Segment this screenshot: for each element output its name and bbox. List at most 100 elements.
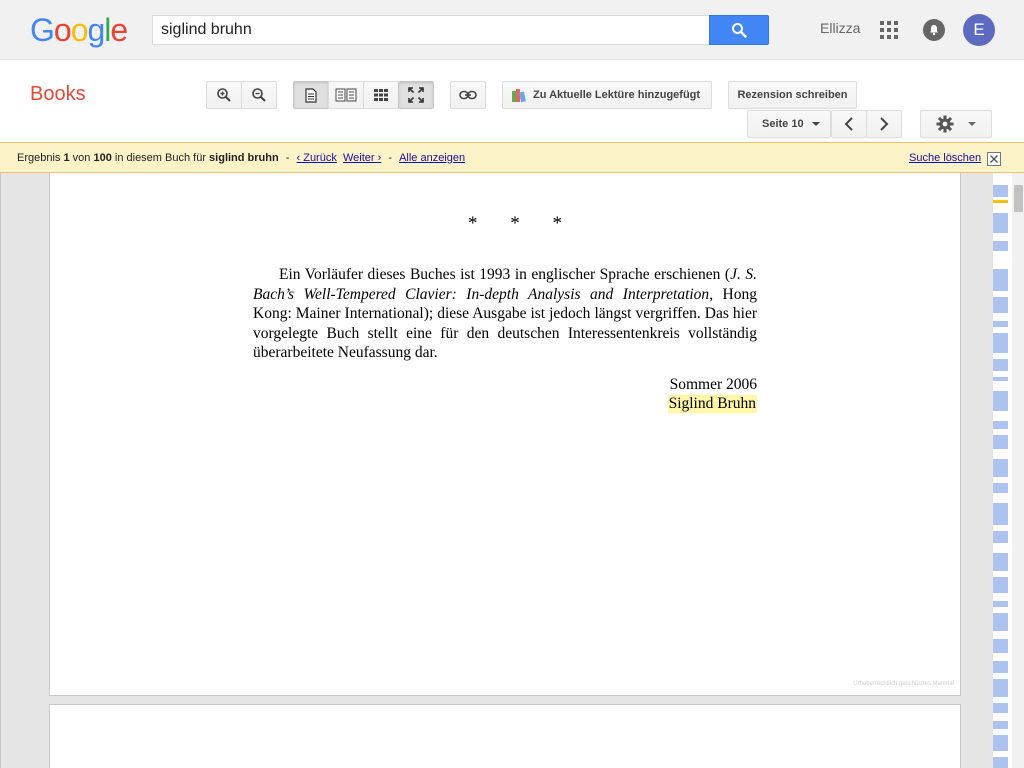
result-marker[interactable] <box>993 435 1008 449</box>
top-bar: Google Ellizza E <box>0 0 1024 60</box>
logo-letter: o <box>70 12 89 48</box>
two-page-icon <box>335 88 357 102</box>
result-separator: - <box>388 152 396 164</box>
zoom-in-button[interactable] <box>206 81 242 109</box>
book-viewer[interactable]: * * * Ein Vorläufer dieses Buches ist 19… <box>0 173 993 768</box>
result-marker[interactable] <box>993 613 1008 631</box>
books-toolbar: Books Zu Aktuelle Lektüre hinzugefügt Re… <box>0 61 1024 141</box>
search-icon <box>732 23 747 38</box>
result-summary: Ergebnis 1 von 100 in diesem Buch für si… <box>17 152 465 164</box>
logo-letter: g <box>87 12 105 48</box>
scrollbar-thumb[interactable] <box>1014 185 1023 212</box>
fullscreen-icon <box>408 87 424 103</box>
result-marker[interactable] <box>993 577 1008 593</box>
book-page: * * * Ein Vorläufer dieses Buches ist 19… <box>49 173 961 696</box>
result-marker[interactable] <box>993 553 1008 571</box>
settings-menu-button[interactable] <box>920 110 992 138</box>
write-review-button[interactable]: Rezension schreiben <box>728 81 857 109</box>
result-marker[interactable] <box>993 391 1008 411</box>
page-paragraph: Ein Vorläufer dieses Buches ist 1993 in … <box>253 265 757 363</box>
gear-icon <box>936 115 954 133</box>
result-marker-rail[interactable] <box>993 173 1009 768</box>
search-result-bar: Ergebnis 1 von 100 in diesem Buch für si… <box>0 142 1024 173</box>
result-marker[interactable] <box>993 721 1008 729</box>
result-marker[interactable] <box>993 297 1008 313</box>
library-books-icon <box>512 89 526 103</box>
result-marker[interactable] <box>993 679 1008 697</box>
result-marker[interactable] <box>993 483 1008 493</box>
link-button[interactable] <box>450 81 486 109</box>
logo-letter: G <box>30 12 55 48</box>
two-page-view-button[interactable] <box>328 81 364 109</box>
result-marker[interactable] <box>993 703 1008 713</box>
result-marker[interactable] <box>993 321 1008 327</box>
result-marker[interactable] <box>993 531 1008 543</box>
result-marker[interactable] <box>993 269 1008 291</box>
page-select-label: Seite 10 <box>762 118 804 130</box>
previous-page-button[interactable] <box>831 110 867 138</box>
result-separator: - <box>282 152 293 164</box>
result-marker[interactable] <box>993 661 1008 673</box>
clear-search-link[interactable]: Suche löschen <box>909 152 981 164</box>
current-result-marker <box>993 200 1008 203</box>
paragraph-text: Ein Vorläufer dieses Buches ist 1993 in … <box>279 266 731 283</box>
result-marker[interactable] <box>993 241 1008 251</box>
result-prefix: Ergebnis <box>17 152 64 164</box>
copyright-note: Urheberrechtlich geschütztes Material <box>853 681 954 687</box>
logo-letter: o <box>53 12 72 48</box>
chevron-right-icon <box>880 117 889 131</box>
result-marker[interactable] <box>993 333 1008 353</box>
next-page-button[interactable] <box>866 110 902 138</box>
result-marker[interactable] <box>993 359 1008 371</box>
result-query: siglind bruhn <box>209 152 279 164</box>
thumbnail-view-button[interactable] <box>363 81 399 109</box>
google-logo[interactable]: Google <box>30 12 128 49</box>
zoom-out-button[interactable] <box>241 81 277 109</box>
fullscreen-button[interactable] <box>398 81 434 109</box>
page-select[interactable]: Seite 10 <box>747 110 831 138</box>
result-marker[interactable] <box>993 601 1008 607</box>
result-marker[interactable] <box>993 213 1008 233</box>
avatar[interactable]: E <box>963 14 995 46</box>
logo-letter: e <box>110 12 128 48</box>
grid-view-icon <box>374 89 388 101</box>
result-total: 100 <box>93 152 112 164</box>
single-page-icon <box>305 87 317 103</box>
book-page-next <box>49 704 961 768</box>
result-marker[interactable] <box>993 503 1008 525</box>
add-to-library-label: Zu Aktuelle Lektüre hinzugefügt <box>533 89 701 101</box>
books-section-title[interactable]: Books <box>30 83 86 106</box>
result-marker[interactable] <box>993 735 1008 751</box>
link-icon <box>459 90 477 100</box>
result-marker[interactable] <box>993 377 1008 381</box>
write-review-label: Rezension schreiben <box>737 89 848 101</box>
search-input[interactable] <box>152 15 710 45</box>
previous-result-link[interactable]: ‹ Zurück <box>297 152 337 164</box>
section-divider: * * * <box>468 213 576 234</box>
result-marker[interactable] <box>993 639 1008 653</box>
single-page-view-button[interactable] <box>293 81 329 109</box>
close-search-button[interactable] <box>987 152 1001 166</box>
next-result-link[interactable]: Weiter › <box>343 152 381 164</box>
result-of: von <box>69 152 94 164</box>
zoom-in-icon <box>217 88 231 102</box>
account-name[interactable]: Ellizza <box>820 20 860 36</box>
result-middle: in diesem Buch für <box>111 152 210 164</box>
chevron-left-icon <box>844 117 853 131</box>
show-all-results-link[interactable]: Alle anzeigen <box>399 152 465 164</box>
caret-down-icon <box>968 122 976 126</box>
result-marker[interactable] <box>993 459 1008 477</box>
signature-date: Sommer 2006 <box>669 376 757 393</box>
caret-down-icon <box>811 122 820 126</box>
scrollbar[interactable] <box>1012 173 1024 768</box>
result-marker[interactable] <box>993 421 1008 429</box>
search-button[interactable] <box>709 15 769 45</box>
zoom-out-icon <box>252 88 266 102</box>
result-marker[interactable] <box>993 757 1008 768</box>
notifications-bell-icon[interactable] <box>923 19 945 41</box>
signature-author-highlight: Siglind Bruhn <box>667 395 757 413</box>
apps-grid-icon[interactable] <box>880 21 898 39</box>
result-marker[interactable] <box>993 185 1008 197</box>
add-to-library-button[interactable]: Zu Aktuelle Lektüre hinzugefügt <box>502 81 712 109</box>
close-icon <box>990 155 998 163</box>
